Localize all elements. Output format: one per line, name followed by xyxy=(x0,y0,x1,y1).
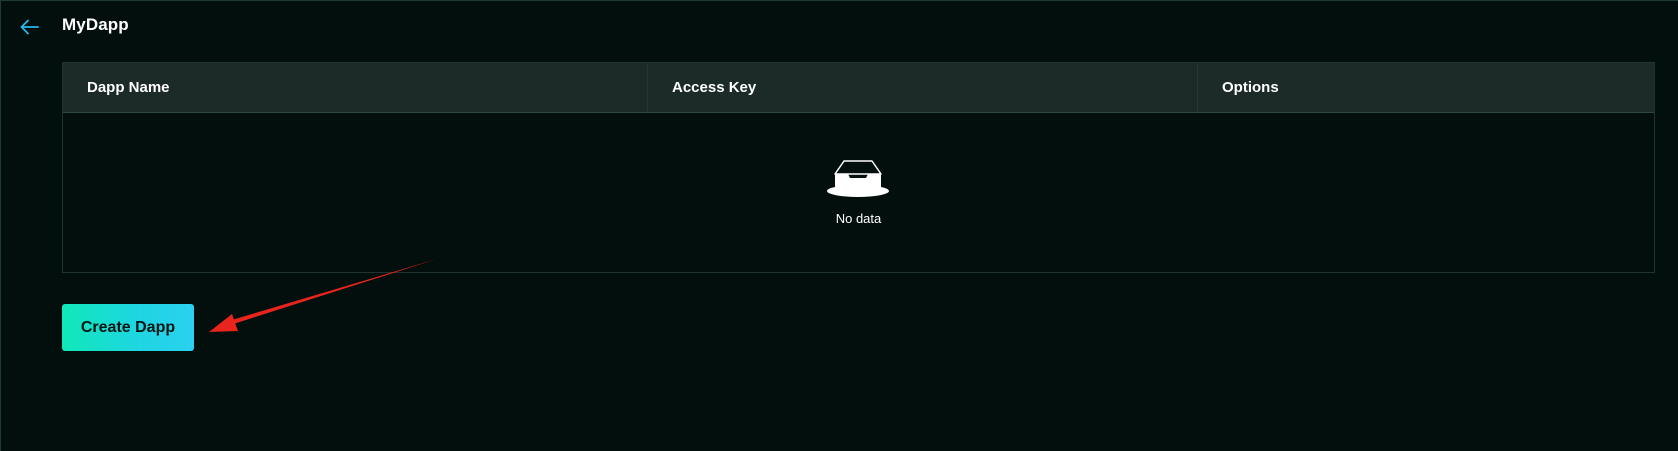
empty-state: No data xyxy=(63,113,1654,273)
table-header: Dapp Name Access Key Options xyxy=(63,63,1654,113)
create-dapp-button[interactable]: Create Dapp xyxy=(62,304,194,351)
column-header-access-key: Access Key xyxy=(648,63,1198,112)
back-button[interactable] xyxy=(19,16,41,38)
page-title: MyDapp xyxy=(62,15,129,34)
dapp-table: Dapp Name Access Key Options No data xyxy=(62,62,1655,273)
arrow-left-icon xyxy=(20,19,39,35)
empty-inbox-icon xyxy=(827,160,889,197)
empty-text: No data xyxy=(835,211,882,226)
column-header-options: Options xyxy=(1222,79,1279,96)
page-header: MyDapp xyxy=(0,0,1678,52)
column-header-dapp-name: Dapp Name xyxy=(63,63,648,112)
